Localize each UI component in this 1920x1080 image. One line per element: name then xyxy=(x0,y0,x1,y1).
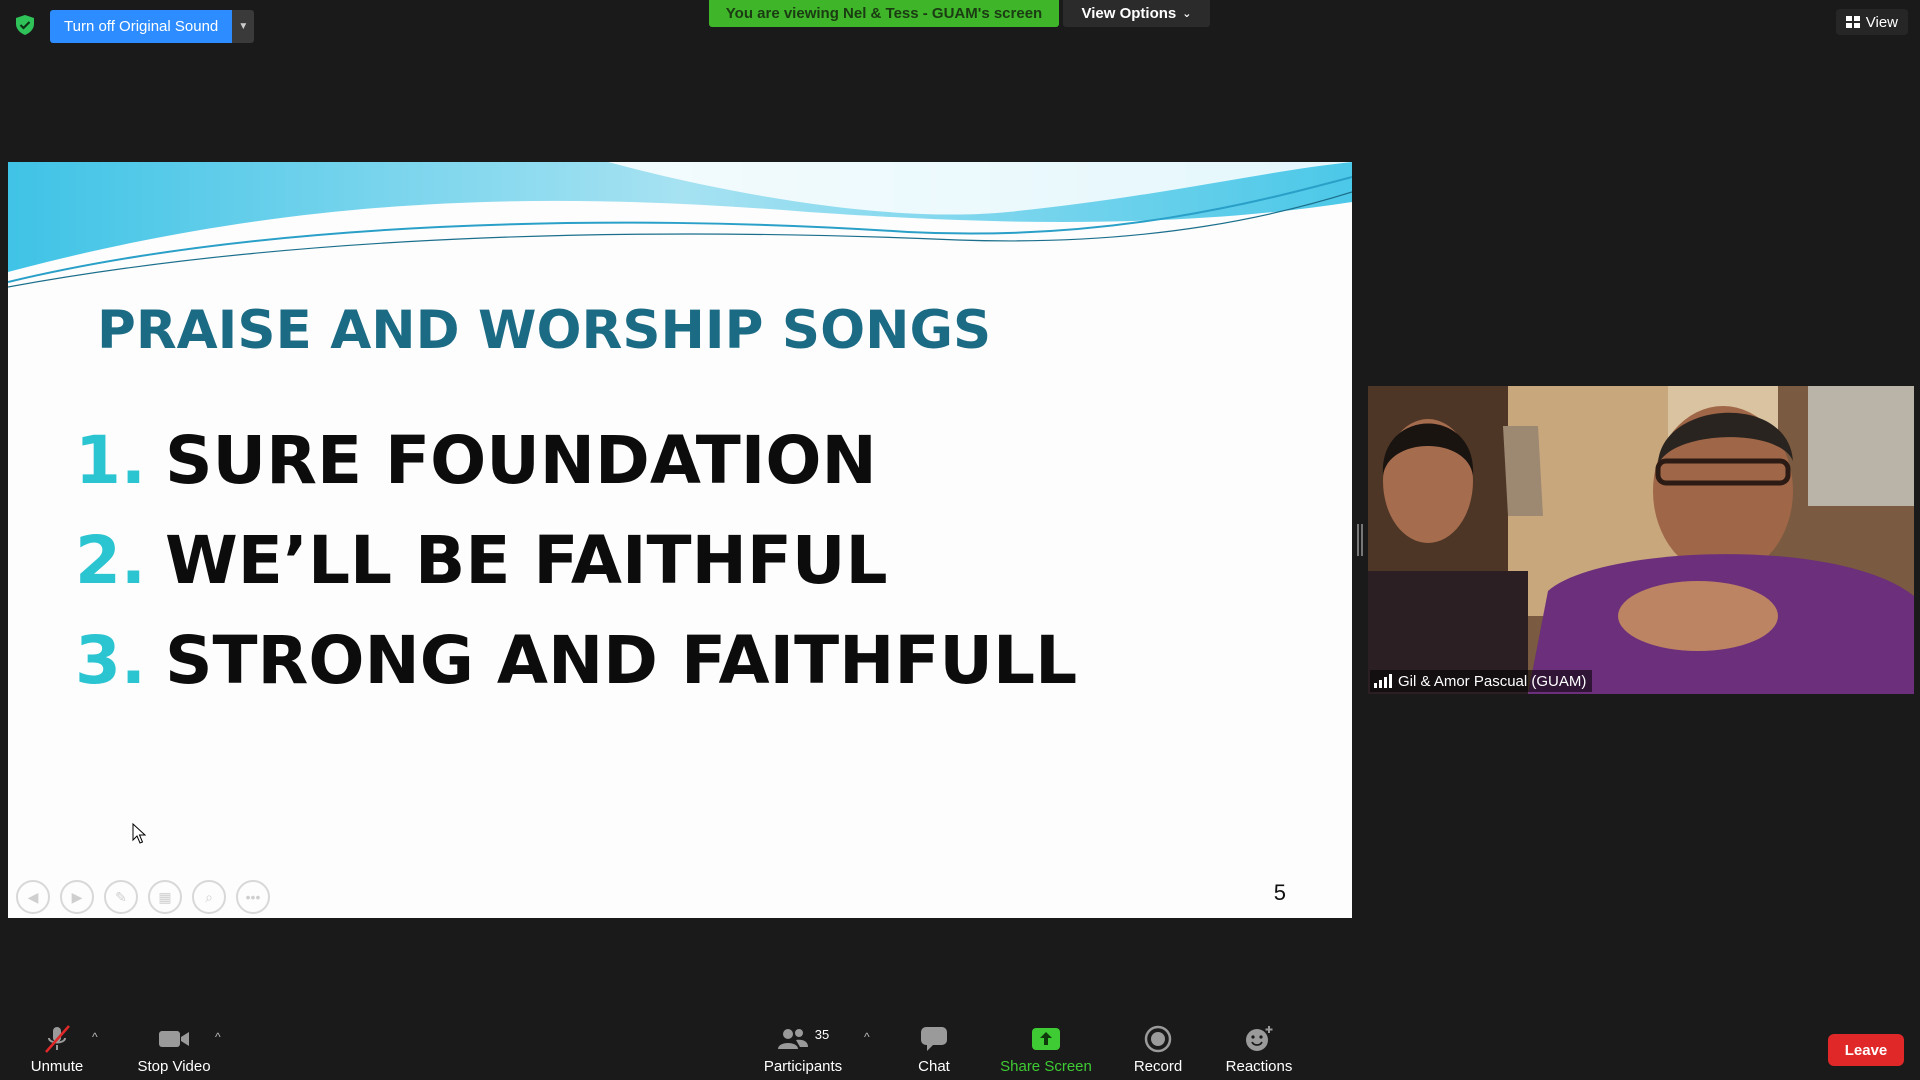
video-camera-icon xyxy=(159,1031,189,1047)
song-number: 1. xyxy=(75,422,146,499)
original-sound-label: Turn off Original Sound xyxy=(64,18,219,35)
share-screen-label: Share Screen xyxy=(1000,1058,1092,1075)
more-icon[interactable]: ••• xyxy=(236,880,270,914)
signal-icon xyxy=(1374,674,1392,688)
view-grid-icon xyxy=(1845,16,1860,28)
record-button[interactable]: Record xyxy=(1128,1018,1188,1075)
gallery-icon[interactable]: ▦ xyxy=(148,880,182,914)
stop-video-label: Stop Video xyxy=(137,1058,211,1075)
zoom-meeting-window: Turn off Original Sound ▼ You are viewin… xyxy=(0,0,1920,1080)
view-label: View xyxy=(1865,13,1898,31)
slide-page-number: 5 xyxy=(1273,880,1286,905)
slide-controls: ◀ ▶ ✎ ▦ ⌕ ••• xyxy=(16,880,270,914)
shield-icon[interactable] xyxy=(14,14,36,36)
original-sound-control: Turn off Original Sound ▼ xyxy=(50,10,255,43)
participants-count: 35 xyxy=(814,1026,830,1042)
stop-video-button[interactable]: Stop Video xyxy=(132,1018,216,1075)
participants-icon xyxy=(777,1029,808,1049)
chevron-down-icon: ⌄ xyxy=(1182,8,1192,20)
slide-prev-icon[interactable]: ◀ xyxy=(16,880,50,914)
zoom-icon[interactable]: ⌕ xyxy=(192,880,226,914)
record-icon xyxy=(1144,1025,1172,1053)
turn-off-original-sound-button[interactable]: Turn off Original Sound xyxy=(50,10,233,43)
video-feed xyxy=(1368,386,1914,694)
song-list-item: 2. WE’LL BE FAITHFUL xyxy=(75,522,888,599)
song-number: 2. xyxy=(75,522,146,599)
splitter-handle-icon[interactable] xyxy=(1357,524,1363,556)
participant-video-tile[interactable]: Gil & Amor Pascual (GUAM) xyxy=(1368,386,1914,694)
participant-name: Gil & Amor Pascual (GUAM) xyxy=(1398,672,1587,690)
slide-title: PRAISE AND WORSHIP SONGS xyxy=(97,300,992,361)
record-label: Record xyxy=(1133,1058,1183,1075)
song-list-item: 3. STRONG AND FAITHFULL xyxy=(75,622,1077,699)
participant-name-label: Gil & Amor Pascual (GUAM) xyxy=(1370,670,1593,692)
song-title: WE’LL BE FAITHFUL xyxy=(165,522,888,599)
chevron-down-icon: ▼ xyxy=(238,21,249,32)
unmute-label: Unmute xyxy=(30,1058,84,1075)
reactions-icon xyxy=(1246,1026,1273,1051)
song-title: STRONG AND FAITHFULL xyxy=(165,622,1078,699)
unmute-button[interactable]: Unmute xyxy=(22,1018,92,1075)
leave-label: Leave xyxy=(1844,1041,1888,1059)
slide-next-icon[interactable]: ▶ xyxy=(60,880,94,914)
participants-label: Participants xyxy=(763,1058,843,1075)
view-layout-button[interactable]: View xyxy=(1835,9,1908,35)
pen-icon[interactable]: ✎ xyxy=(104,880,138,914)
viewing-screen-banner: You are viewing Nel & Tess - GUAM's scre… xyxy=(709,0,1059,27)
participants-button[interactable]: 35 Participants xyxy=(760,1018,846,1076)
chevron-up-icon[interactable]: ^ xyxy=(864,1030,870,1044)
meeting-toolbar: Unmute ^ Stop Video ^ 35 Participants ^ … xyxy=(0,1018,1920,1080)
view-options-button[interactable]: View Options ⌄ xyxy=(1063,0,1210,27)
chevron-up-icon[interactable]: ^ xyxy=(215,1030,221,1044)
original-sound-dropdown-button[interactable]: ▼ xyxy=(232,10,255,43)
reactions-button[interactable]: Reactions xyxy=(1219,1018,1299,1075)
leave-button[interactable]: Leave xyxy=(1828,1034,1904,1066)
reactions-label: Reactions xyxy=(1225,1058,1293,1075)
shared-screen-slide: PRAISE AND WORSHIP SONGS 1. SURE FOUNDAT… xyxy=(8,162,1352,918)
song-list-item: 1. SURE FOUNDATION xyxy=(75,422,877,499)
chevron-up-icon[interactable]: ^ xyxy=(92,1030,98,1044)
song-title: SURE FOUNDATION xyxy=(165,422,877,499)
chat-button[interactable]: Chat xyxy=(904,1018,964,1075)
song-number: 3. xyxy=(75,622,146,699)
share-screen-icon xyxy=(1032,1028,1060,1050)
view-options-label: View Options xyxy=(1081,5,1177,22)
chat-label: Chat xyxy=(918,1058,950,1075)
share-screen-button[interactable]: Share Screen xyxy=(996,1018,1096,1075)
chat-icon xyxy=(921,1027,947,1051)
microphone-muted-icon xyxy=(45,1025,70,1053)
cursor-icon xyxy=(132,823,146,844)
slide-wave-decoration xyxy=(8,162,1352,288)
viewing-banner-text: You are viewing Nel & Tess - GUAM's scre… xyxy=(725,5,1043,22)
